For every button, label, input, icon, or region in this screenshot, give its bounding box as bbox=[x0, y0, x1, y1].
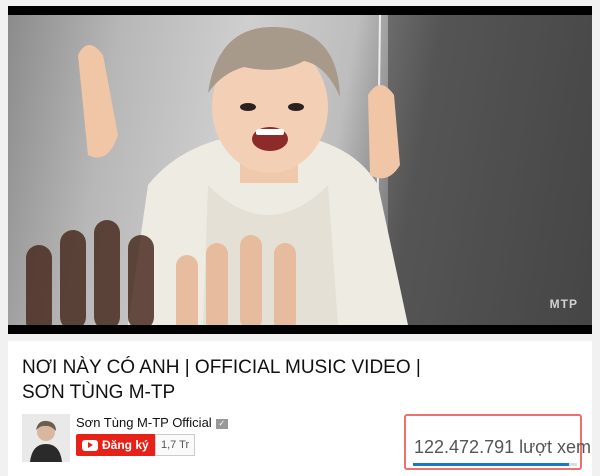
like-bar-fill bbox=[413, 463, 569, 466]
video-frame[interactable]: MTP bbox=[8, 15, 592, 325]
video-player[interactable]: MTP bbox=[8, 6, 592, 334]
video-title: NƠI NÀY CÓ ANH | OFFICIAL MUSIC VIDEO | … bbox=[22, 357, 421, 403]
subscribe-button[interactable]: Đăng ký bbox=[76, 434, 156, 456]
youtube-play-icon bbox=[82, 439, 98, 451]
subscribe-label: Đăng ký bbox=[102, 438, 149, 452]
view-count-number: 122.472.791 bbox=[414, 437, 515, 457]
video-info-panel: NƠI NÀY CÓ ANH | OFFICIAL MUSIC VIDEO | … bbox=[8, 341, 592, 476]
verified-icon: ✓ bbox=[215, 419, 228, 429]
video-still-image bbox=[26, 15, 592, 325]
subscriber-count: 1,7 Tr bbox=[155, 434, 196, 456]
avatar-image bbox=[22, 414, 70, 462]
view-count: 122.472.791 lượt xem bbox=[414, 437, 591, 458]
view-count-suffix: lượt xem bbox=[519, 437, 591, 457]
channel-name-text[interactable]: Sơn Tùng M-TP Official bbox=[76, 415, 212, 430]
channel-watermark: MTP bbox=[549, 297, 578, 311]
channel-name[interactable]: Sơn Tùng M-TP Official ✓ bbox=[76, 415, 228, 430]
like-dislike-bar bbox=[413, 463, 577, 466]
channel-avatar[interactable] bbox=[22, 414, 70, 462]
